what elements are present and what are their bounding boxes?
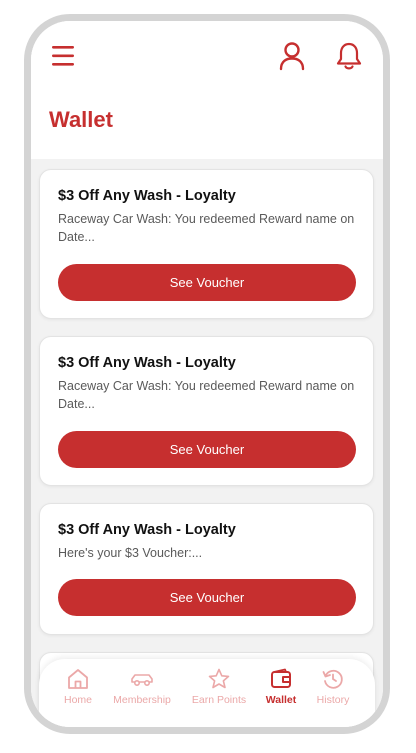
app-screen: Wallet $3 Off Any Wash - Loyalty Raceway…: [31, 21, 383, 727]
see-voucher-button[interactable]: See Voucher: [58, 264, 356, 301]
tab-label: Earn Points: [191, 694, 247, 706]
voucher-card: $3 Off Any Wash - Loyalty Raceway Car Wa…: [39, 336, 374, 486]
user-icon[interactable]: [278, 41, 306, 71]
tab-history[interactable]: History: [310, 667, 356, 717]
tab-wallet[interactable]: Wallet: [259, 667, 303, 717]
see-voucher-button[interactable]: See Voucher: [58, 579, 356, 616]
history-icon: [322, 669, 343, 689]
tab-membership[interactable]: Membership: [107, 667, 177, 717]
tab-label: Home: [63, 694, 92, 706]
see-voucher-button[interactable]: See Voucher: [58, 431, 356, 468]
wallet-icon: [271, 668, 291, 688]
bottom-tab-bar: Home Membership Earn Points Wallet Histo…: [39, 659, 375, 727]
tab-earn-points[interactable]: Earn Points: [186, 667, 252, 717]
star-icon: [208, 668, 230, 689]
home-icon: [68, 669, 88, 689]
voucher-list[interactable]: $3 Off Any Wash - Loyalty Raceway Car Wa…: [31, 159, 383, 727]
device-frame: Wallet $3 Off Any Wash - Loyalty Raceway…: [24, 14, 390, 734]
voucher-title: $3 Off Any Wash - Loyalty: [58, 188, 236, 204]
top-bar: Wallet: [31, 21, 383, 159]
voucher-description: Raceway Car Wash: You redeemed Reward na…: [58, 379, 355, 411]
bell-icon[interactable]: [335, 41, 363, 71]
voucher-card: $3 Off Any Wash - Loyalty Raceway Car Wa…: [39, 169, 374, 319]
tab-label: Membership: [113, 694, 171, 706]
tab-home[interactable]: Home: [53, 667, 103, 717]
hamburger-menu-icon[interactable]: [51, 43, 77, 69]
voucher-title: $3 Off Any Wash - Loyalty: [58, 522, 236, 538]
voucher-title: $3 Off Any Wash - Loyalty: [58, 355, 236, 371]
voucher-description: Raceway Car Wash: You redeemed Reward na…: [58, 212, 355, 244]
page-title: Wallet: [49, 107, 113, 132]
voucher-description: Here's your $3 Voucher:...: [58, 546, 203, 560]
car-icon: [131, 674, 153, 687]
tab-label: History: [316, 694, 350, 706]
voucher-card: $3 Off Any Wash - Loyalty Here's your $3…: [39, 503, 374, 635]
tab-label: Wallet: [265, 694, 297, 706]
